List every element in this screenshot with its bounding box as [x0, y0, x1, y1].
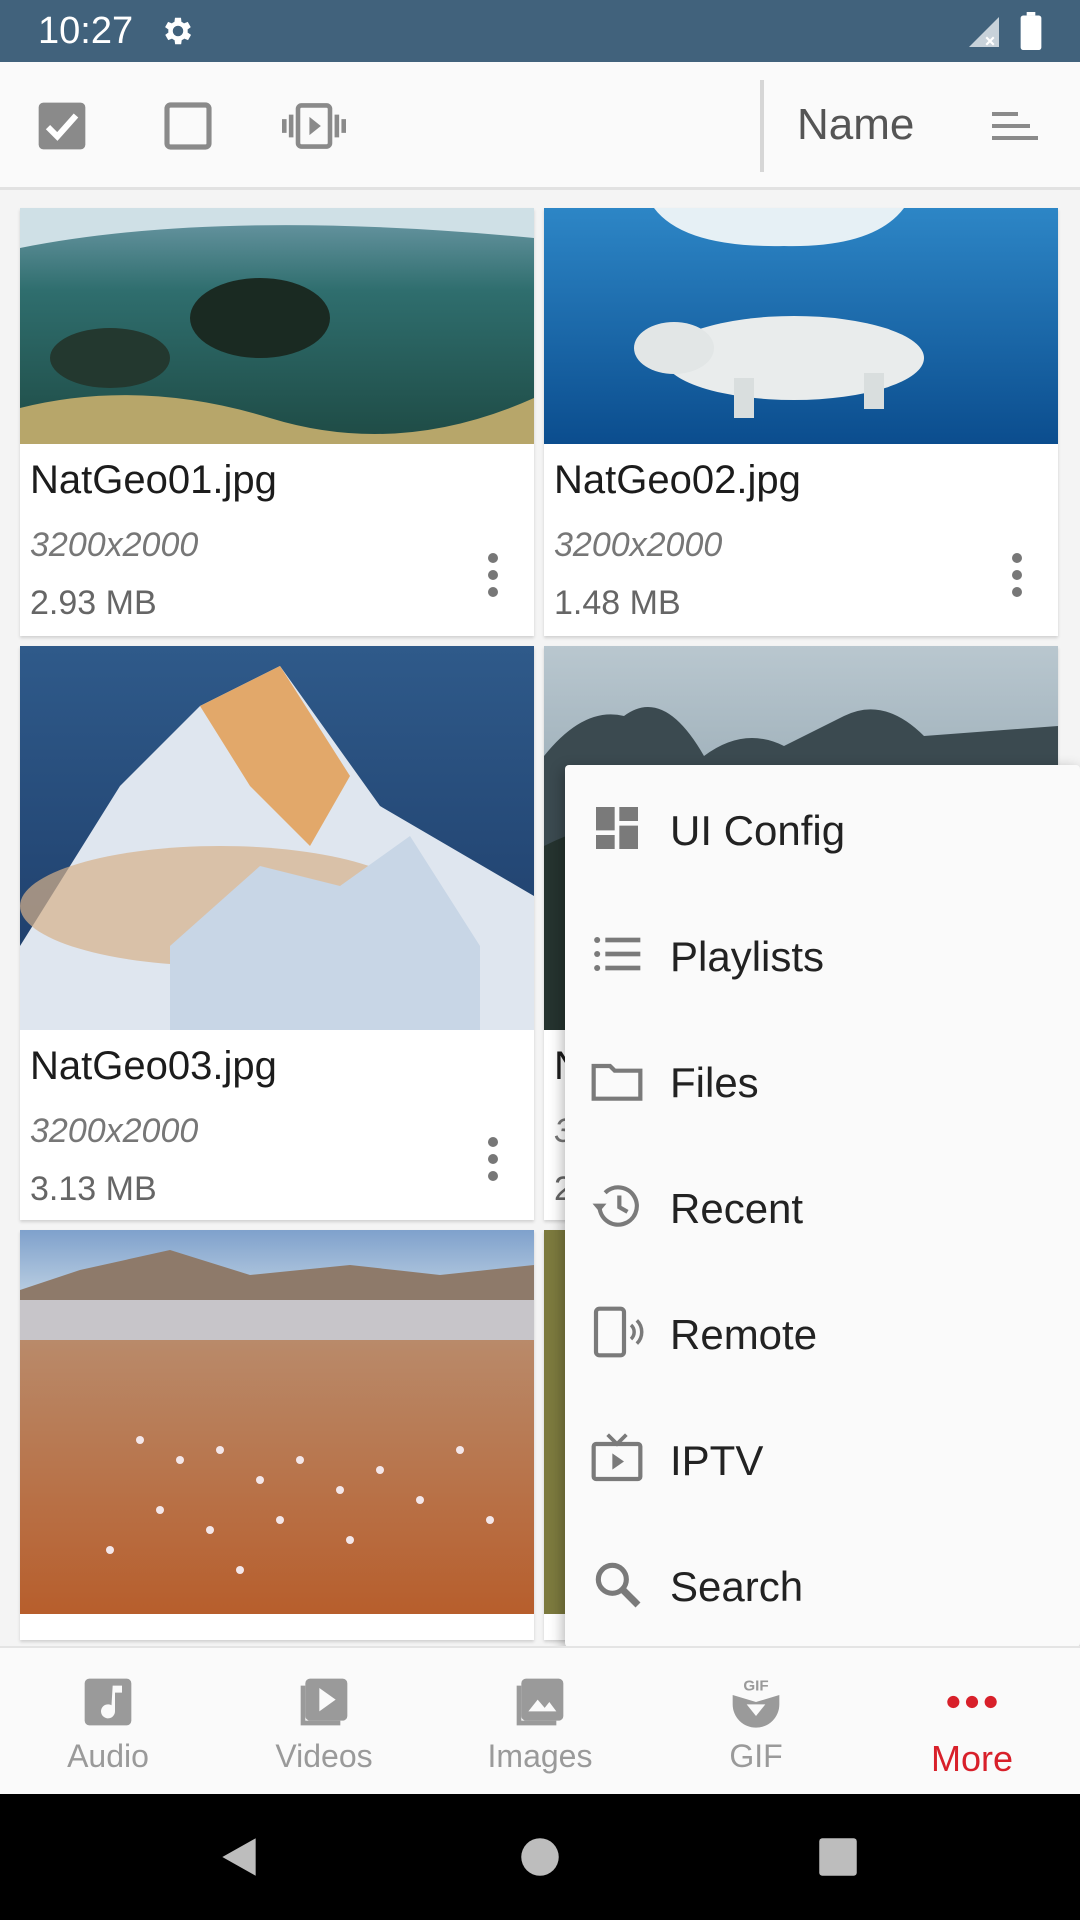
history-icon [592, 1185, 639, 1227]
battery-full-icon [1020, 12, 1042, 50]
gif-icon: GIF [732, 1677, 780, 1728]
more-popup-menu: UI Config Playlists Files Recent Remote [565, 765, 1080, 1647]
signal-no-data-icon [969, 17, 999, 47]
dashboard-icon [596, 807, 638, 849]
menu-item-label: UI Config [670, 807, 846, 854]
menu-item-label: Recent [670, 1185, 804, 1232]
menu-item-label: Remote [670, 1311, 818, 1358]
item-dimensions: 3200x2000 [30, 526, 199, 564]
deselect-checkbox-icon[interactable] [160, 98, 216, 154]
nav-label: Audio [67, 1738, 149, 1774]
list-icon [594, 936, 641, 972]
select-all-checkbox-icon[interactable] [34, 98, 90, 154]
menu-item-search[interactable]: Search [565, 1521, 1080, 1647]
menu-item-iptv[interactable]: IPTV [565, 1395, 1080, 1521]
video-icon [300, 1678, 348, 1726]
folder-icon [591, 1063, 643, 1101]
system-navigation-bar [0, 1794, 1080, 1920]
item-overflow-menu-icon[interactable] [1010, 552, 1024, 598]
settings-gear-icon [165, 17, 192, 45]
remote-device-icon [593, 1306, 644, 1358]
image-icon [516, 1678, 564, 1726]
grid-item[interactable]: NatGeo02.jpg 3200x2000 1.48 MB [544, 208, 1058, 636]
audio-icon [84, 1678, 132, 1726]
more-dots-icon [947, 1695, 997, 1709]
menu-item-recent[interactable]: Recent [565, 1143, 1080, 1269]
item-name: NatGeo03.jpg [30, 1044, 277, 1088]
grid-item[interactable]: NatGeo03.jpg 3200x2000 3.13 MB [20, 646, 534, 1220]
grid-item[interactable] [20, 1230, 534, 1640]
menu-item-playlists[interactable]: Playlists [565, 891, 1080, 1017]
menu-item-label: IPTV [670, 1437, 764, 1484]
status-time: 10:27 [38, 10, 134, 52]
item-overflow-menu-icon[interactable] [486, 1136, 500, 1182]
sort-by-label[interactable]: Name [797, 100, 914, 150]
nav-label: GIF [729, 1738, 783, 1774]
recents-icon[interactable] [813, 1832, 863, 1882]
home-icon[interactable] [515, 1832, 565, 1882]
nav-images[interactable]: Images [432, 1648, 648, 1796]
nav-more[interactable]: More [864, 1648, 1080, 1796]
back-icon[interactable] [214, 1832, 264, 1882]
nav-label: More [930, 1738, 1014, 1779]
item-size: 2.93 MB [30, 584, 157, 622]
menu-item-remote[interactable]: Remote [565, 1269, 1080, 1395]
item-size: 3.13 MB [30, 1170, 157, 1208]
menu-item-label: Files [670, 1059, 759, 1106]
vibrate-play-icon[interactable] [282, 98, 346, 154]
thumbnail-image [20, 1230, 534, 1614]
nav-videos[interactable]: Videos [216, 1648, 432, 1796]
item-name: NatGeo01.jpg [30, 458, 277, 502]
thumbnail-image [544, 208, 1058, 444]
tv-icon [591, 1433, 643, 1482]
thumbnail-image [20, 208, 534, 444]
nav-audio[interactable]: Audio [0, 1648, 216, 1796]
status-bar: 10:27 [0, 0, 1080, 62]
bottom-navigation: Audio Videos Images GIF GIF More [0, 1646, 1080, 1794]
menu-item-ui-config[interactable]: UI Config [565, 765, 1080, 891]
nav-label: Videos [275, 1738, 373, 1774]
nav-label: Images [487, 1738, 593, 1774]
sort-lines-icon[interactable] [990, 106, 1040, 146]
item-size: 1.48 MB [554, 584, 681, 622]
item-dimensions: 3200x2000 [30, 1112, 199, 1150]
menu-item-files[interactable]: Files [565, 1017, 1080, 1143]
menu-item-label: Search [670, 1563, 804, 1610]
nav-gif[interactable]: GIF GIF [648, 1648, 864, 1796]
search-icon [595, 1562, 641, 1608]
svg-text:GIF: GIF [743, 1677, 768, 1694]
toolbar: Name [0, 62, 1080, 190]
toolbar-divider [760, 80, 764, 172]
thumbnail-image [20, 646, 534, 1030]
grid-item[interactable]: NatGeo01.jpg 3200x2000 2.93 MB [20, 208, 534, 636]
item-dimensions: 3200x2000 [554, 526, 723, 564]
item-overflow-menu-icon[interactable] [486, 552, 500, 598]
menu-item-label: Playlists [670, 933, 825, 980]
item-name: NatGeo02.jpg [554, 458, 801, 502]
